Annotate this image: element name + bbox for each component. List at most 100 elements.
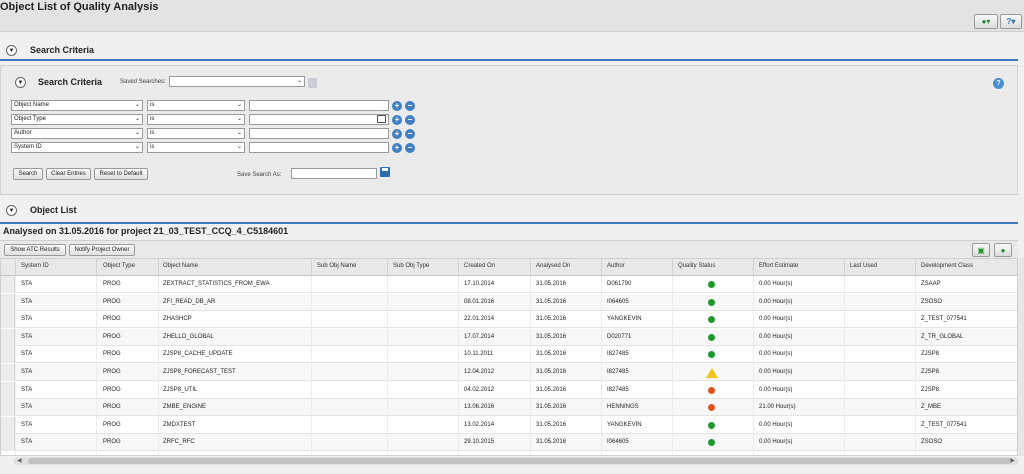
operator-select-2[interactable]: is ⌄ [147, 114, 245, 125]
collapse-criteria-icon[interactable]: ▼ [15, 77, 26, 88]
row-selector[interactable] [1, 364, 15, 381]
table-row[interactable]: STA PROG ZEXTRACT_STATISTICS_FROM_EWA 17.10… [1, 276, 1017, 293]
column-header[interactable]: Quality Status [678, 263, 715, 269]
cell-object-name: ZJSP8_CACHE_UPDATE [163, 351, 233, 358]
operator-select-3[interactable]: is ⌄ [147, 128, 245, 139]
cell-author: I827485 [607, 369, 629, 375]
value-input-3[interactable] [249, 128, 389, 139]
scroll-right-icon[interactable]: ▶ [1010, 457, 1015, 465]
add-row-icon[interactable]: + [392, 115, 402, 125]
field-select-4[interactable]: System ID ⌄ [11, 142, 143, 153]
column-header[interactable]: Author [607, 263, 625, 269]
cell-object-name: ZJSP8_FORECAST_TEST [163, 369, 236, 375]
column-header[interactable]: Sub Obj Type [393, 263, 429, 269]
table-row[interactable]: STA PROG ZMBE_ENGINE 13.06.2016 31.05.2016 HE… [1, 399, 1017, 417]
cell-author: YANGKEVIN [607, 316, 642, 323]
chevron-down-icon: ⌄ [134, 144, 140, 150]
remove-row-icon[interactable]: − [405, 115, 415, 125]
cell-dev-class: Z_TR_GLOBAL [921, 333, 964, 340]
table-settings-button[interactable]: ● [994, 243, 1012, 257]
column-header[interactable]: Analysed On [536, 263, 570, 269]
analysis-heading: Analysed on 31.05.2016 for project 21_03… [0, 226, 1024, 240]
collapse-toggle-icon[interactable]: ▼ [6, 45, 17, 56]
warning-status-icon [706, 368, 718, 378]
scroll-thumb[interactable] [28, 458, 1012, 464]
scroll-left-icon[interactable]: ◀ [17, 457, 22, 465]
operator-select-4[interactable]: is ⌄ [147, 142, 245, 153]
personalize-button[interactable]: ●▾ [974, 14, 998, 29]
row-selector[interactable] [1, 381, 15, 399]
value-help-icon[interactable] [377, 115, 386, 123]
help-menu-button[interactable]: ?▾ [1000, 14, 1022, 29]
column-header[interactable]: Object Type [103, 263, 135, 269]
operator-select-1[interactable]: is ⌄ [147, 100, 245, 111]
remove-row-icon[interactable]: − [405, 129, 415, 139]
ok-status-icon [708, 439, 715, 447]
saved-searches-select[interactable]: ⌄ [169, 76, 305, 87]
field-select-2[interactable]: Object Type ⌄ [11, 114, 143, 125]
export-icon: ▣ [977, 245, 985, 255]
trash-icon[interactable] [308, 78, 317, 88]
column-header[interactable]: Sub Obj Name [317, 263, 356, 269]
save-icon[interactable] [380, 167, 390, 177]
table-row[interactable]: STA PROG ZJSP8_FORECAST_TEST 12.04.2012 31.0… [1, 364, 1017, 381]
table-row[interactable]: STA PROG ZHELLO_GLOBAL 17.07.2014 31.05.2016… [1, 328, 1017, 346]
person-settings-icon: ● [1000, 245, 1006, 255]
value-input-4[interactable] [249, 142, 389, 153]
cell-created-on: 12.04.2012 [464, 369, 495, 375]
table-header: System ID Object Type Object Name Sub Obj N… [1, 259, 1017, 276]
show-atc-results-button[interactable]: Show ATC Results [4, 244, 66, 256]
value-input-2[interactable] [249, 114, 389, 125]
column-header[interactable]: Created On [464, 263, 495, 269]
row-selector[interactable] [1, 328, 15, 346]
column-header[interactable]: System ID [21, 263, 49, 269]
remove-row-icon[interactable]: − [405, 101, 415, 111]
table-row[interactable]: STA PROG ZMDXTEST 13.02.2014 31.05.2016 YANGK… [1, 416, 1017, 434]
help-icon[interactable]: ? [993, 78, 1004, 89]
collapse-toggle-icon[interactable]: ▼ [6, 205, 17, 216]
cell-object-type: PROG [103, 281, 121, 287]
row-selector[interactable] [1, 311, 15, 329]
table-row[interactable]: STA PROG ZJSP8_UTIL 04.02.2012 31.05.2016 I82… [1, 381, 1017, 399]
reset-to-default-button[interactable]: Reset to Default [94, 168, 148, 180]
table-row[interactable]: STA PROG ZRFC_RFC 29.10.2015 31.05.2016 I0646… [1, 434, 1017, 452]
cell-object-type: PROG [103, 298, 121, 305]
horizontal-scrollbar[interactable]: ◀ ▶ [14, 457, 1018, 465]
value-input-1[interactable] [249, 100, 389, 111]
add-row-icon[interactable]: + [392, 143, 402, 153]
row-selector[interactable] [1, 416, 15, 434]
field-select-1[interactable]: Object Name ⌄ [11, 100, 143, 111]
vertical-scrollbar[interactable] [1018, 258, 1024, 456]
chevron-down-icon: ⌄ [296, 78, 302, 84]
search-button[interactable]: Search [13, 168, 43, 180]
table-row[interactable]: STA PROG ZFI_READ_DB_AR 08.01.2016 31.05.201… [1, 293, 1017, 311]
row-selector[interactable] [1, 399, 15, 417]
row-selector[interactable] [1, 346, 15, 364]
column-header[interactable]: Object Name [163, 263, 198, 269]
field-select-3[interactable]: Author ⌄ [11, 128, 143, 139]
table-row[interactable]: STA PROG ZHASHCP 22.01.2014 31.05.2016 YANGKE… [1, 311, 1017, 329]
remove-row-icon[interactable]: − [405, 143, 415, 153]
table-row[interactable]: STA PROG ZJSP8_CACHE_UPDATE 10.11.2011 31.05… [1, 346, 1017, 364]
cell-object-name: ZHASHCP [163, 316, 192, 323]
cell-system-id: STA [21, 298, 33, 305]
export-button[interactable]: ▣ [972, 243, 990, 257]
column-header[interactable]: Effort Estimate [759, 263, 798, 269]
clear-entries-button[interactable]: Clear Entries [46, 168, 91, 180]
cell-analysed-on: 31.05.2016 [536, 404, 567, 411]
row-selector[interactable] [1, 276, 15, 293]
add-row-icon[interactable]: + [392, 129, 402, 139]
column-header[interactable]: Development Class [921, 263, 973, 269]
chevron-down-icon: ⌄ [236, 102, 242, 108]
notify-project-owner-button[interactable]: Notify Project Owner [69, 244, 135, 256]
column-line [458, 276, 459, 455]
column-line [672, 276, 673, 455]
row-selector[interactable] [1, 293, 15, 311]
object-list-section-header[interactable]: ▼ Object List [0, 198, 1024, 222]
column-header[interactable]: Last Used [850, 263, 877, 269]
save-search-as-input[interactable] [291, 168, 377, 179]
row-selector[interactable] [1, 434, 15, 452]
add-row-icon[interactable]: + [392, 101, 402, 111]
cell-analysed-on: 31.05.2016 [536, 386, 567, 393]
cell-object-type: PROG [103, 404, 121, 411]
